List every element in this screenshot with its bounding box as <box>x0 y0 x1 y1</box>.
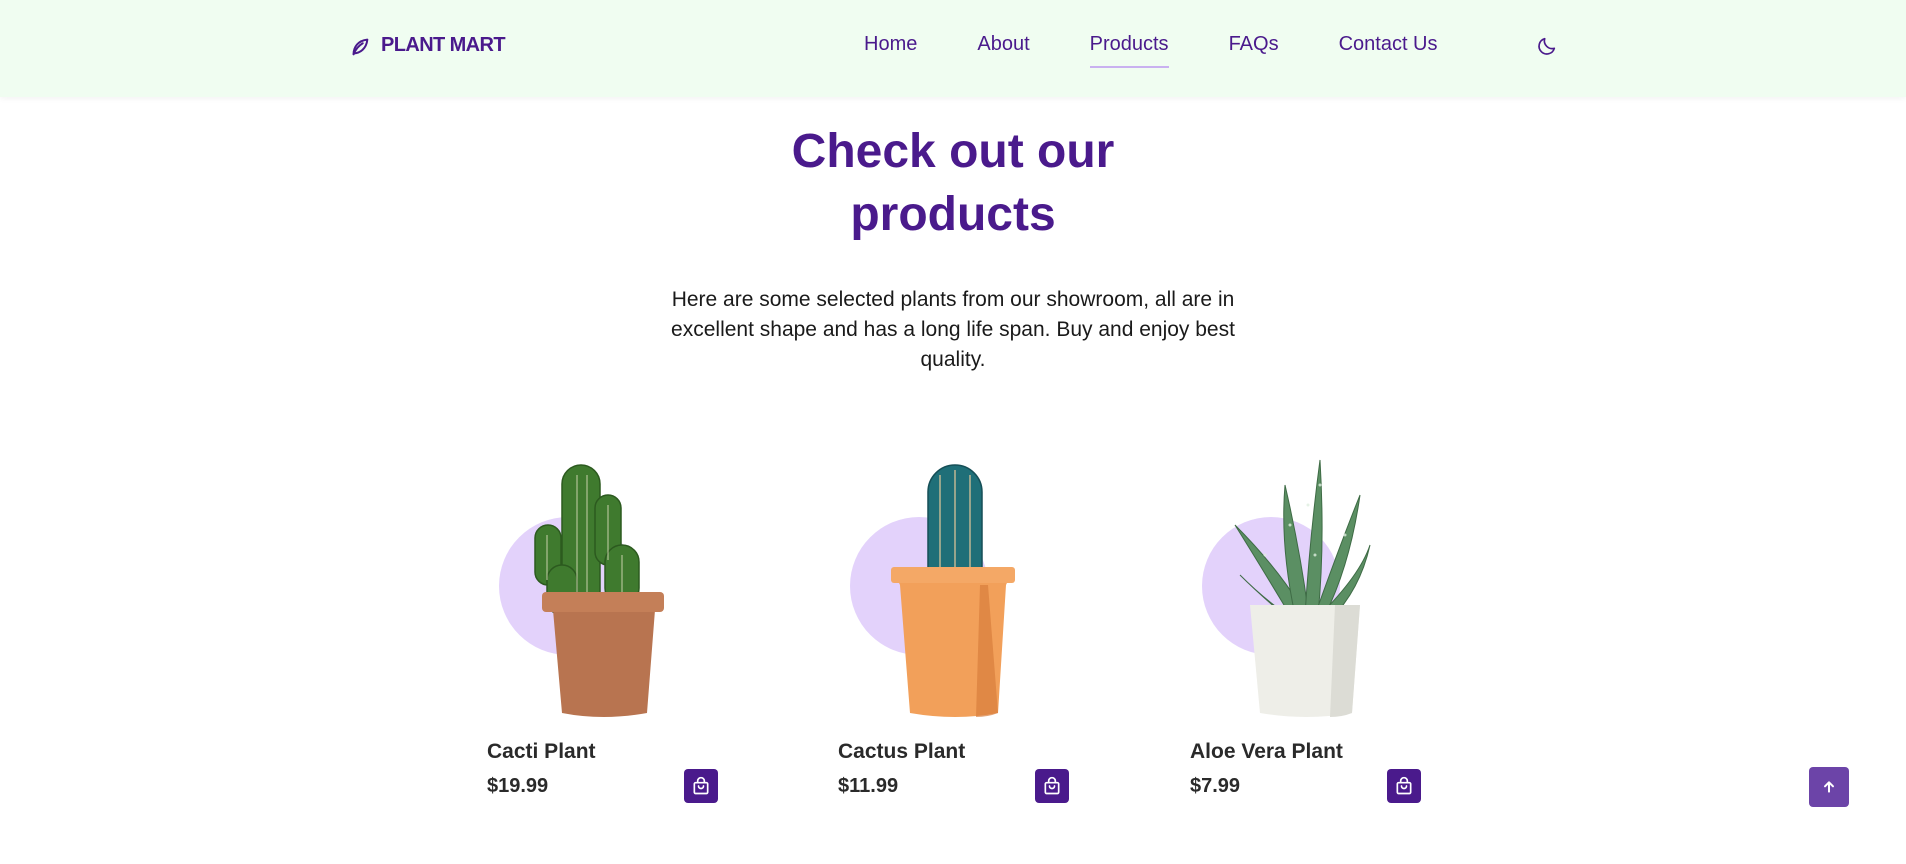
nav-contact-us[interactable]: Contact Us <box>1339 33 1438 56</box>
product-name: Cactus Plant <box>838 740 966 763</box>
nav-faqs[interactable]: FAQs <box>1229 33 1279 56</box>
add-to-cart-button[interactable] <box>1035 769 1069 803</box>
cacti-plant-image <box>534 464 664 717</box>
product-price: $19.99 <box>487 775 549 797</box>
aloe-vera-plant-image <box>1234 459 1371 717</box>
cactus-plant-image <box>891 464 1015 717</box>
nav-home[interactable]: Home <box>864 33 917 56</box>
nav-about[interactable]: About <box>977 33 1029 56</box>
product-name: Cacti Plant <box>487 740 596 763</box>
add-to-cart-button[interactable] <box>684 769 718 803</box>
product-card: Cactus Plant $11.99 <box>838 455 1078 815</box>
shopping-bag-icon <box>1396 776 1412 795</box>
section-title-line1: Check out our <box>791 125 1115 178</box>
section-title-line2: products <box>850 188 1056 241</box>
nav-products[interactable]: Products <box>1089 33 1169 68</box>
scroll-to-top-button[interactable] <box>1809 767 1849 807</box>
section-title: Check out our products <box>0 120 1906 246</box>
brand-name: PLANT MART <box>381 34 506 56</box>
main-nav: Home About Products FAQs Contact Us <box>864 33 1438 68</box>
arrow-up-icon <box>1824 781 1834 793</box>
product-name: Aloe Vera Plant <box>1190 740 1343 763</box>
product-card: Aloe Vera Plant $7.99 <box>1190 455 1430 815</box>
site-header: PLANT MART Home About Products FAQs Cont… <box>0 0 1906 97</box>
brand-logo[interactable]: PLANT MART <box>349 34 506 57</box>
add-to-cart-button[interactable] <box>1387 769 1421 803</box>
section-description: Here are some selected plants from our s… <box>671 288 1235 371</box>
moon-icon[interactable] <box>1536 35 1558 57</box>
shopping-bag-icon <box>693 776 709 795</box>
product-price: $11.99 <box>838 775 899 797</box>
leaf-icon <box>352 38 369 55</box>
product-card: Cacti Plant $19.99 <box>487 455 727 815</box>
product-price: $7.99 <box>1190 775 1241 797</box>
shopping-bag-icon <box>1044 776 1060 795</box>
